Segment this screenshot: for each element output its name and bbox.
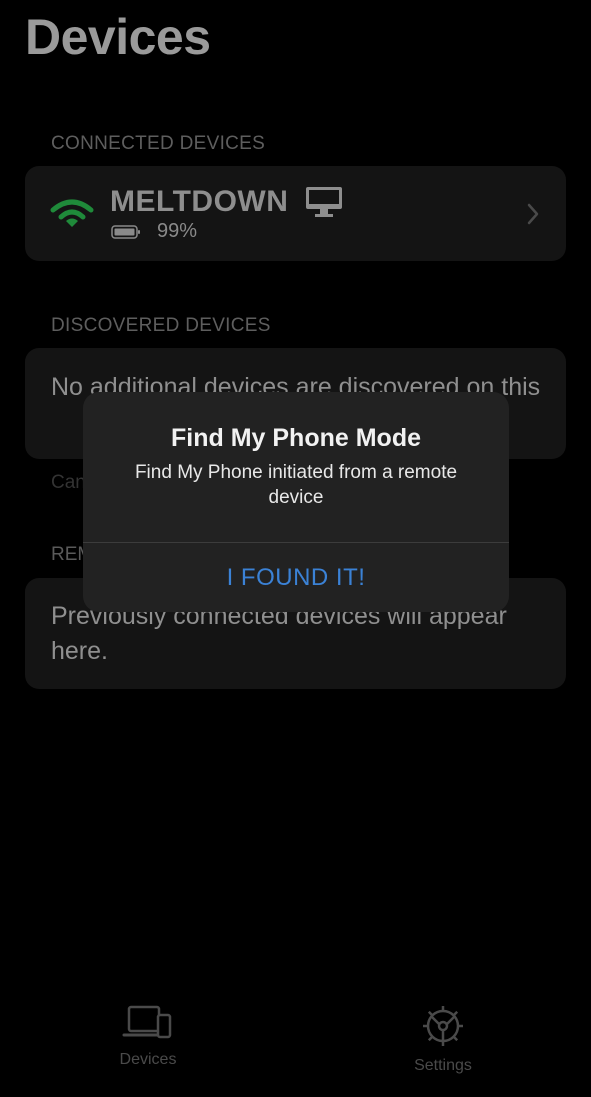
discovered-footnote: Can <box>51 472 86 493</box>
tab-devices-label: Devices <box>119 1051 177 1068</box>
tab-settings[interactable]: Settings <box>373 1005 513 1075</box>
devices-icon <box>122 1005 172 1039</box>
device-name: MELTDOWN <box>110 185 289 218</box>
alert-message: Find My Phone initiated from a remote de… <box>134 462 458 508</box>
found-it-button[interactable]: I FOUND IT! <box>83 543 509 612</box>
find-my-phone-alert: Find My Phone Mode Find My Phone initiat… <box>83 392 509 612</box>
tab-devices[interactable]: Devices <box>78 1005 218 1069</box>
wifi-icon <box>50 199 94 227</box>
settings-icon <box>423 1006 463 1046</box>
battery-level: 99% <box>157 220 198 242</box>
battery-icon <box>111 225 140 239</box>
alert-title: Find My Phone Mode <box>171 424 421 452</box>
tab-settings-label: Settings <box>414 1057 472 1074</box>
page-title: Devices <box>25 9 211 65</box>
chevron-right-icon[interactable] <box>526 202 540 226</box>
device-row-meltdown[interactable] <box>25 166 566 261</box>
discovered-devices-header: DISCOVERED DEVICES <box>51 315 271 336</box>
connected-devices-header: CONNECTED DEVICES <box>51 133 266 154</box>
monitor-icon <box>306 187 342 217</box>
